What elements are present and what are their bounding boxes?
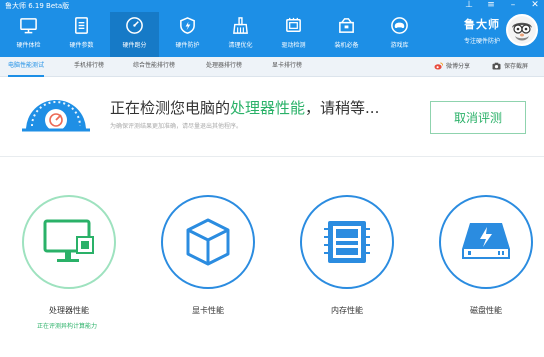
nav-label: 硬件参数 — [69, 42, 94, 49]
divider — [0, 156, 544, 157]
status-subtitle: 为确保评测结果更加准确，请尽量退出其他程序。 — [110, 123, 243, 130]
chip-icon — [286, 17, 301, 32]
weibo-icon — [434, 61, 443, 70]
nav-item-essentials[interactable]: 装机必备 — [322, 12, 371, 57]
speed-gauge-icon — [22, 100, 90, 132]
test-gpu-label: 显卡性能 — [192, 306, 224, 315]
save-screenshot-label: 保存截屏 — [504, 63, 529, 70]
test-gpu-circle — [161, 195, 255, 289]
nav-label: 装机必备 — [334, 42, 359, 49]
nav-item-hardware-check[interactable]: 硬件体检 — [4, 12, 53, 57]
nav-item-hardware-params[interactable]: 硬件参数 — [57, 12, 106, 57]
disk-icon — [462, 223, 510, 259]
test-memory[interactable] — [300, 195, 394, 289]
shield-icon — [180, 17, 195, 34]
nav-item-cleanup[interactable]: 清理优化 — [216, 12, 265, 57]
cpu-monitor-icon — [43, 219, 94, 262]
mascot-icon — [508, 16, 536, 44]
document-icon — [75, 17, 88, 34]
status-title-suffix: ，请稍等... — [305, 99, 380, 117]
test-cpu-label: 处理器性能 — [49, 306, 89, 315]
tab-overall-ranking[interactable]: 综合性能排行榜 — [133, 57, 175, 77]
monitor-icon — [20, 18, 37, 34]
box-icon — [339, 18, 354, 33]
minimize-icon[interactable]: – — [508, 0, 518, 10]
avatar[interactable] — [506, 14, 538, 46]
status-title-prefix: 正在检测您电脑的 — [110, 99, 231, 117]
gamepad-icon — [391, 17, 408, 34]
nav-label: 硬件跑分 — [122, 42, 147, 49]
test-gpu[interactable] — [161, 195, 255, 289]
brand-name: 鲁大师 — [463, 18, 500, 31]
tab-gpu-ranking[interactable]: 显卡排行榜 — [272, 57, 302, 77]
menu-icon[interactable]: ≡ — [486, 0, 496, 10]
main-nav: 硬件体检 硬件参数 硬件跑分 硬件防护 清理优化 驱动检测 装机必备 游戏库 — [0, 12, 428, 57]
brand-slogan: 专注硬件防护 — [463, 38, 500, 45]
brand: 鲁大师 专注硬件防护 — [464, 16, 500, 45]
nav-item-benchmark[interactable]: 硬件跑分 — [110, 12, 159, 57]
tab-phone-ranking[interactable]: 手机排行榜 — [74, 57, 104, 77]
camera-icon — [492, 62, 501, 70]
test-disk[interactable] — [439, 195, 533, 289]
test-cpu-circle — [22, 195, 116, 289]
tab-cpu-ranking[interactable]: 处理器排行榜 — [206, 57, 242, 77]
sub-nav: 电脑性能测试 手机排行榜 综合性能排行榜 处理器排行榜 显卡排行榜 微博分享 保… — [0, 57, 544, 77]
memory-icon — [324, 221, 370, 263]
nav-item-games[interactable]: 游戏库 — [375, 12, 424, 57]
top-bar: 鲁大师 6.19 Beta版 ⊥ ≡ – ✕ 硬件体检 硬件参数 硬件跑分 硬件… — [0, 0, 544, 57]
test-cpu[interactable] — [22, 195, 116, 289]
test-disk-circle — [439, 195, 533, 289]
nav-label: 硬件防护 — [175, 42, 200, 49]
nav-label: 游戏库 — [390, 42, 409, 49]
nav-label: 硬件体检 — [16, 42, 41, 49]
cube-icon — [186, 218, 230, 266]
speedometer-icon — [126, 17, 143, 34]
nav-label: 清理优化 — [228, 42, 253, 49]
pin-icon[interactable]: ⊥ — [464, 0, 474, 10]
broom-icon — [233, 17, 248, 34]
cancel-test-button[interactable]: 取消评测 — [430, 101, 526, 134]
test-memory-label: 内存性能 — [331, 306, 363, 315]
weibo-share-button[interactable]: 微博分享 — [434, 61, 470, 70]
nav-item-protection[interactable]: 硬件防护 — [163, 12, 212, 57]
window-controls: ⊥ ≡ – ✕ — [464, 0, 540, 10]
status-title-highlight: 处理器性能 — [230, 99, 306, 117]
close-icon[interactable]: ✕ — [530, 0, 540, 10]
test-disk-label: 磁盘性能 — [470, 306, 502, 315]
nav-label: 驱动检测 — [281, 42, 306, 49]
window-title: 鲁大师 6.19 Beta版 — [5, 2, 70, 10]
nav-item-driver[interactable]: 驱动检测 — [269, 12, 318, 57]
save-screenshot-button[interactable]: 保存截屏 — [492, 61, 528, 70]
test-memory-circle — [300, 195, 394, 289]
status-title: 正在检测您电脑的处理器性能，请稍等... — [110, 97, 379, 118]
test-cpu-status: 正在评测异构计算能力 — [36, 323, 97, 330]
weibo-share-label: 微博分享 — [446, 63, 471, 70]
tab-pc-benchmark[interactable]: 电脑性能测试 — [8, 57, 45, 77]
